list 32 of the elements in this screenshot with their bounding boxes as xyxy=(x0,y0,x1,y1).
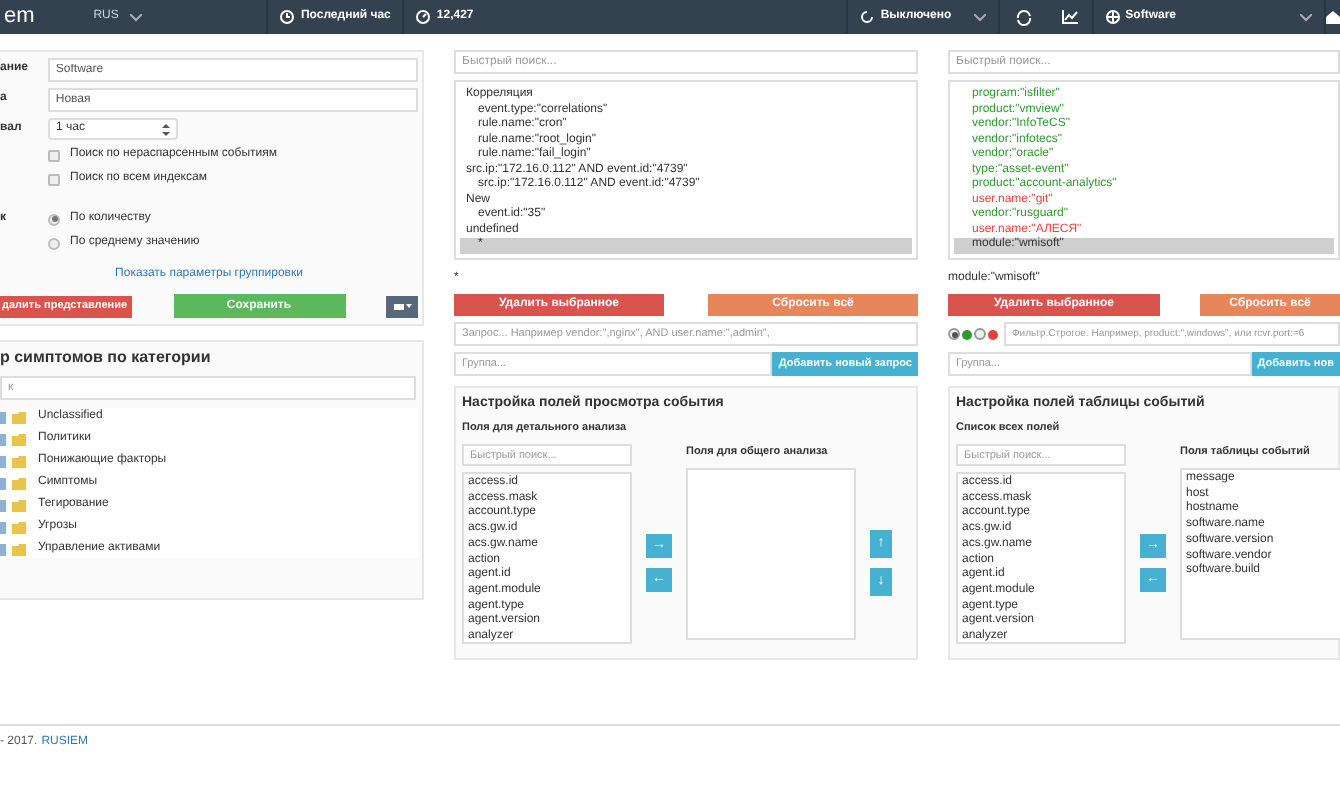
options-dropdown-button[interactable] xyxy=(386,295,418,317)
briefcase-icon xyxy=(393,302,403,310)
updown-caret-icon xyxy=(162,123,170,135)
checkbox[interactable] xyxy=(0,521,6,533)
checkbox[interactable] xyxy=(0,455,6,467)
caret-icon xyxy=(1300,13,1312,21)
radio-button[interactable] xyxy=(48,237,60,249)
caret-icon xyxy=(130,13,143,21)
line-chart-icon xyxy=(1062,10,1079,24)
checkbox[interactable] xyxy=(0,433,6,445)
home-button[interactable] xyxy=(1324,0,1340,34)
plus-circle-icon xyxy=(962,329,972,339)
logo-text: em xyxy=(2,8,37,26)
radio-button[interactable] xyxy=(48,213,60,225)
refresh-icon xyxy=(1016,9,1033,25)
counter-icon xyxy=(416,10,431,24)
refresh-icon xyxy=(860,10,875,24)
checkbox[interactable] xyxy=(0,411,6,423)
radio-button[interactable] xyxy=(974,328,986,340)
clock-icon xyxy=(280,10,295,24)
checkbox[interactable] xyxy=(0,477,6,489)
caret-icon xyxy=(405,304,411,308)
caret-icon xyxy=(973,13,986,21)
radio-button[interactable] xyxy=(948,328,960,340)
checkbox[interactable] xyxy=(48,149,60,161)
house-icon xyxy=(1326,10,1340,24)
checkbox[interactable] xyxy=(0,543,6,555)
globe-icon xyxy=(1105,10,1120,24)
panel-title: р симптомов по категории xyxy=(0,348,213,368)
checkbox[interactable] xyxy=(48,173,60,185)
minus-circle-icon xyxy=(988,329,998,339)
checkbox[interactable] xyxy=(0,499,6,511)
